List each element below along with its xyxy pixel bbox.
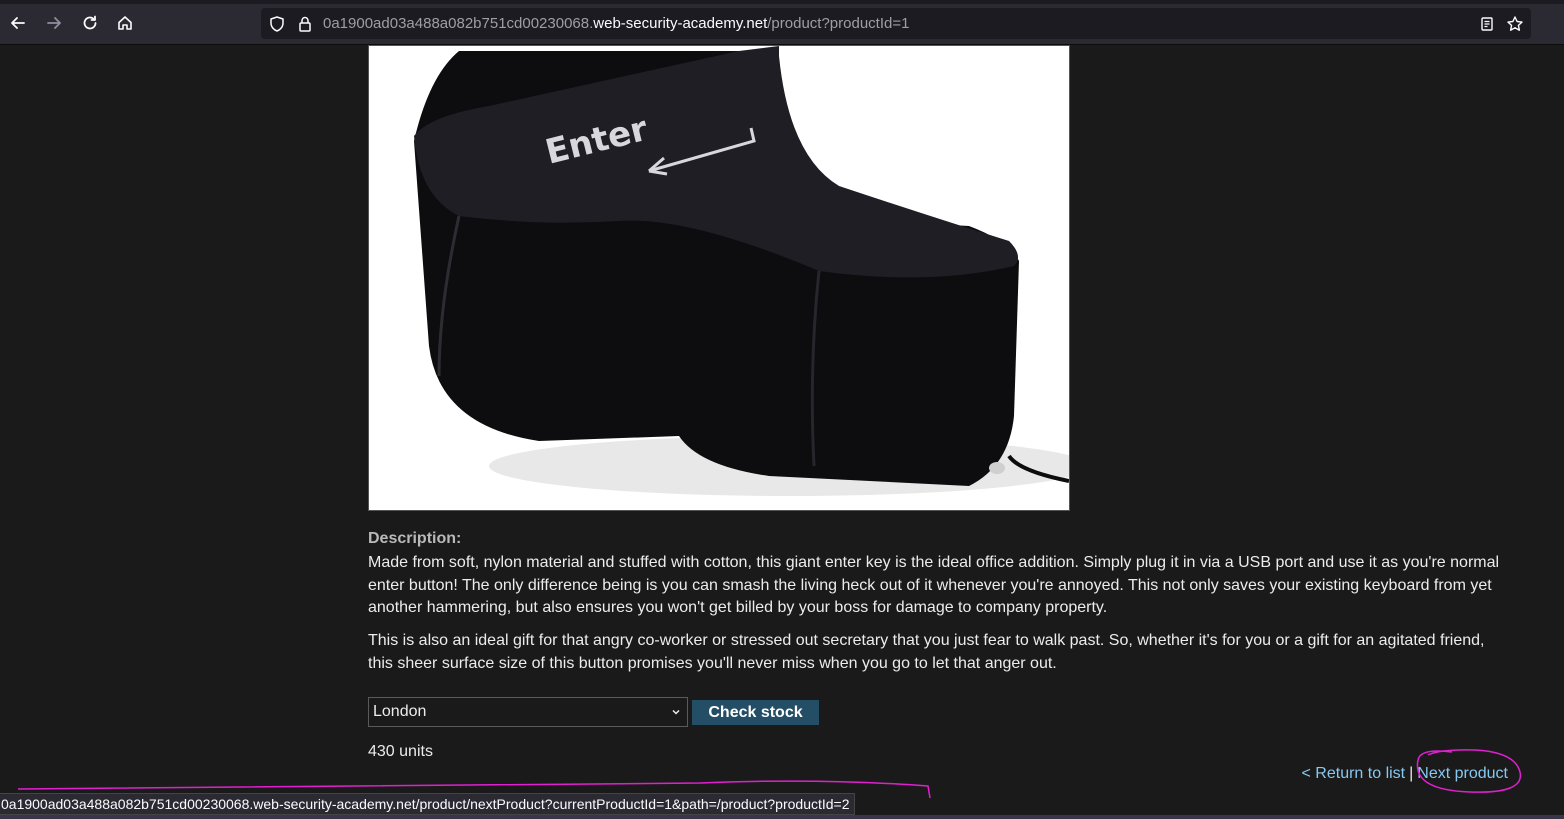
forward-arrow-icon[interactable]	[43, 12, 65, 34]
status-bar-link-preview: 0a1900ad03a488a082b751cd00230068.web-sec…	[0, 793, 855, 815]
url-text[interactable]: 0a1900ad03a488a082b751cd00230068.web-sec…	[323, 15, 909, 32]
home-icon[interactable]	[114, 12, 136, 34]
desktop-strip	[0, 815, 1564, 819]
bookmark-star-icon[interactable]	[1506, 15, 1524, 33]
tab-strip-edge	[0, 0, 1564, 4]
back-arrow-icon[interactable]	[7, 12, 29, 34]
reader-view-icon[interactable]	[1478, 15, 1496, 33]
stock-result: 430 units	[368, 743, 433, 760]
product-image: Enter	[368, 45, 1070, 511]
browser-toolbar: 0a1900ad03a488a082b751cd00230068.web-sec…	[0, 0, 1564, 45]
chevron-down-icon	[670, 705, 682, 717]
footer-nav: < Return to list | Next product	[1302, 765, 1508, 783]
lock-icon[interactable]	[296, 15, 314, 33]
store-select[interactable]: London	[368, 697, 688, 727]
product-page: Enter Description: Made from soft, nylon…	[0, 45, 1564, 819]
giant-enter-key-illustration: Enter	[369, 46, 1069, 510]
store-select-value: London	[373, 703, 427, 720]
address-bar[interactable]: 0a1900ad03a488a082b751cd00230068.web-sec…	[261, 8, 1531, 39]
url-host: web-security-academy.net	[593, 15, 768, 32]
description-heading: Description:	[368, 530, 462, 547]
url-prefix: 0a1900ad03a488a082b751cd00230068.	[323, 15, 594, 32]
return-to-list-link[interactable]: < Return to list	[1302, 765, 1406, 782]
check-stock-button[interactable]: Check stock	[692, 700, 819, 725]
description-paragraph-1: Made from soft, nylon material and stuff…	[368, 554, 1500, 616]
reload-icon[interactable]	[79, 12, 101, 34]
shield-icon[interactable]	[268, 15, 286, 33]
url-path: /product?productId=1	[767, 15, 910, 32]
link-separator: |	[1409, 765, 1414, 782]
next-product-link[interactable]: Next product	[1417, 765, 1508, 782]
description-paragraph-2: This is also an ideal gift for that angr…	[368, 632, 1485, 672]
